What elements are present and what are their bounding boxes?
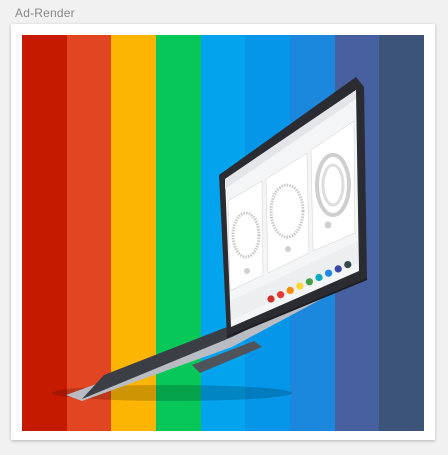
color-dot (286, 286, 294, 294)
ad-render-preview (22, 35, 424, 431)
color-dot (277, 291, 285, 299)
color-dot (344, 261, 352, 269)
knob-2 (285, 246, 291, 252)
color-dot (334, 265, 342, 273)
render-card (11, 24, 435, 440)
color-dot (267, 295, 275, 303)
laptop-illustration (52, 77, 368, 401)
knob-3 (324, 221, 332, 229)
color-dot (305, 278, 313, 286)
color-dot (315, 273, 323, 282)
color-dot (296, 282, 304, 290)
knob-1 (244, 268, 250, 274)
color-dot (325, 269, 333, 277)
panel-title: Ad-Render (15, 6, 75, 20)
